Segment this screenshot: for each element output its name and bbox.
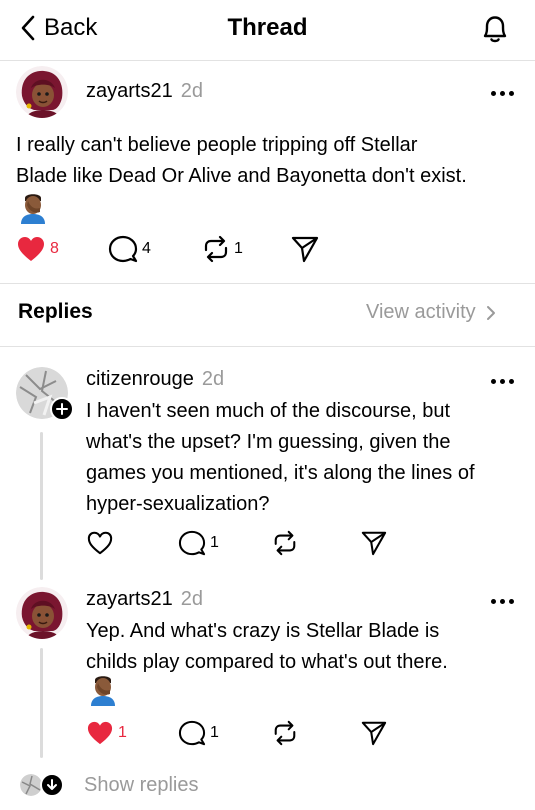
- notifications-button[interactable]: [479, 12, 511, 46]
- share-button[interactable]: [360, 720, 388, 746]
- arrow-down-icon: [47, 779, 57, 790]
- username: citizenrouge: [86, 368, 194, 390]
- dot: [500, 90, 505, 96]
- repost-count: 1: [234, 240, 243, 257]
- reply-text-line: what's the upset? I'm guessing, given th…: [86, 431, 451, 453]
- comment-button[interactable]: 4: [108, 235, 151, 263]
- share-button[interactable]: [360, 530, 388, 556]
- reply-avatar-mini: [20, 774, 42, 796]
- facepalm-emoji: [91, 676, 115, 706]
- like-button[interactable]: [86, 530, 114, 556]
- comment-count: 1: [210, 724, 219, 741]
- post-text: I really can't believe people tripping o…: [16, 130, 467, 192]
- comment-button[interactable]: 1: [178, 530, 219, 556]
- reply-time: 2d: [201, 368, 225, 390]
- send-icon: [291, 236, 319, 263]
- dot: [509, 90, 514, 96]
- comment-button[interactable]: 1: [178, 720, 219, 746]
- header-divider: [0, 60, 535, 61]
- username: zayarts21: [86, 80, 173, 102]
- replies-divider: [0, 346, 535, 347]
- send-icon: [361, 531, 387, 556]
- repost-icon: [274, 720, 296, 746]
- more-options-button[interactable]: [491, 376, 515, 386]
- replies-heading: Replies: [18, 300, 93, 323]
- repost-button[interactable]: [272, 720, 298, 746]
- dot: [491, 90, 496, 96]
- like-button[interactable]: 8: [16, 235, 59, 263]
- like-count: 8: [50, 240, 59, 257]
- dot: [509, 598, 514, 604]
- reply-text-line: childs play compared to what's out there…: [86, 651, 448, 673]
- heart-filled-icon: [87, 721, 113, 745]
- dot: [491, 378, 496, 384]
- reply-author[interactable]: zayarts21 2d: [86, 588, 203, 611]
- reply-text: Yep. And what's crazy is Stellar Blade i…: [86, 616, 448, 678]
- dot: [509, 378, 514, 384]
- show-replies-link[interactable]: Show replies: [84, 774, 199, 797]
- reply-text-line: I haven't seen much of the discourse, bu…: [86, 400, 451, 422]
- more-options-button[interactable]: [491, 596, 515, 606]
- comment-count: 4: [142, 240, 151, 257]
- plus-icon: [56, 403, 68, 415]
- repost-button[interactable]: [272, 530, 298, 556]
- nav-bar: Back Thread: [0, 0, 535, 56]
- reply-author[interactable]: citizenrouge 2d: [86, 368, 224, 391]
- back-button[interactable]: Back: [20, 12, 97, 44]
- chevron-left-icon: [21, 15, 35, 41]
- comment-icon: [108, 235, 138, 263]
- reply-text-line: games you mentioned, it's along the line…: [86, 462, 475, 484]
- username: zayarts21: [86, 588, 173, 610]
- comment-count: 1: [210, 534, 219, 551]
- share-button[interactable]: [290, 235, 320, 263]
- heart-filled-icon: [18, 237, 44, 261]
- back-label: Back: [44, 14, 98, 41]
- post-time: 2d: [180, 80, 203, 102]
- like-button[interactable]: 1: [86, 720, 127, 746]
- chevron-right-icon: [486, 305, 495, 320]
- like-count: 1: [118, 724, 127, 741]
- repost-button[interactable]: 1: [202, 235, 243, 263]
- comment-icon: [178, 530, 206, 556]
- view-activity-label: View activity: [366, 301, 476, 323]
- dot: [491, 598, 496, 604]
- post-text-line: Blade like Dead Or Alive and Bayonetta d…: [16, 165, 467, 187]
- send-icon: [361, 721, 387, 746]
- repost-icon: [204, 235, 228, 263]
- thread-line: [40, 648, 43, 758]
- dot: [500, 598, 505, 604]
- bell-icon: [483, 16, 507, 43]
- reply-text-line: hyper-sexualization?: [86, 493, 270, 515]
- reply-text: I haven't seen much of the discourse, bu…: [86, 396, 475, 520]
- avatar[interactable]: [16, 66, 68, 118]
- repost-icon: [274, 530, 296, 556]
- follow-button[interactable]: [50, 397, 74, 421]
- section-divider: [0, 283, 535, 284]
- post-text-line: I really can't believe people tripping o…: [16, 134, 418, 156]
- view-activity-link[interactable]: View activity: [366, 301, 496, 324]
- heart-icon: [87, 531, 113, 555]
- post-author[interactable]: zayarts21 2d: [86, 80, 203, 103]
- comment-icon: [178, 720, 206, 746]
- facepalm-emoji: [21, 194, 45, 224]
- more-options-button[interactable]: [491, 88, 515, 98]
- expand-replies-button[interactable]: [40, 773, 64, 797]
- reply-text-line: Yep. And what's crazy is Stellar Blade i…: [86, 620, 440, 642]
- avatar[interactable]: [16, 587, 68, 639]
- reply-time: 2d: [180, 588, 203, 610]
- thread-line: [40, 432, 43, 580]
- dot: [500, 378, 505, 384]
